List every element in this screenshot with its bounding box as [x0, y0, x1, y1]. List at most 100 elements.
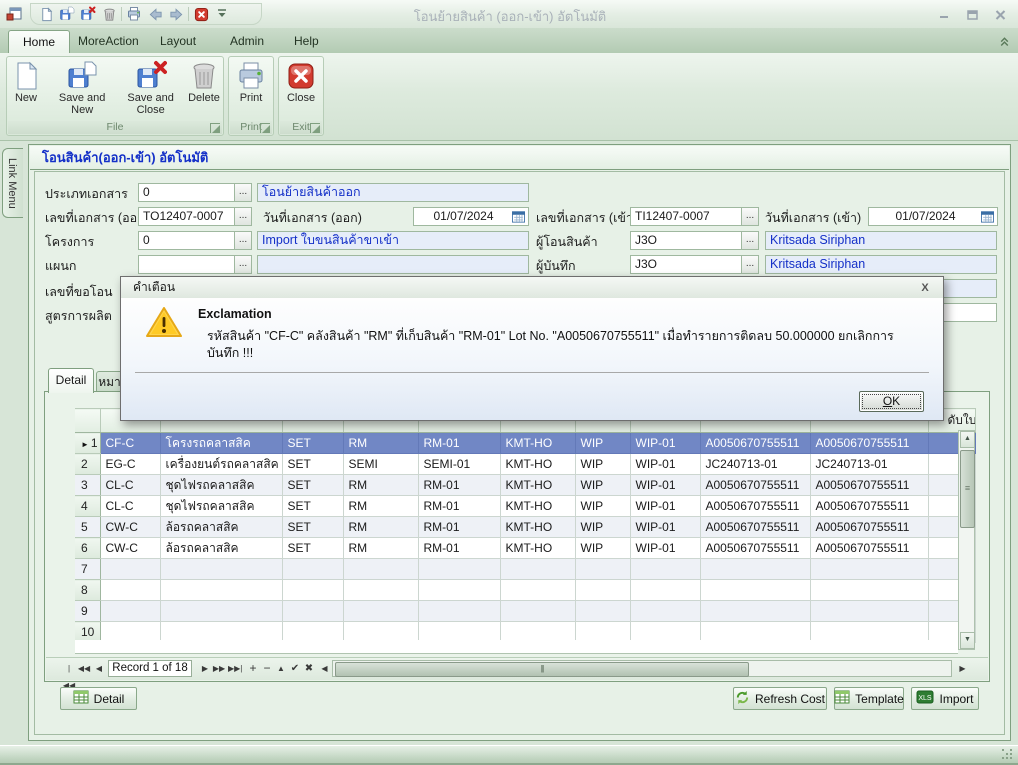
tab-detail[interactable]: Detail — [48, 368, 94, 393]
next-page-icon[interactable]: ▶▶ — [212, 660, 226, 677]
grid-cell[interactable] — [575, 559, 630, 580]
prev-page-icon[interactable]: ◀◀ — [77, 660, 91, 677]
grid-cell[interactable]: WIP — [575, 454, 630, 475]
grid-cell[interactable]: RM-01 — [418, 517, 500, 538]
grid-cell[interactable]: CF-C — [100, 433, 160, 454]
grid-cell[interactable]: ล้อรถคลาสสิค — [160, 538, 282, 559]
ellipsis-button[interactable]: ... — [234, 184, 251, 201]
customize-icon[interactable] — [213, 5, 231, 23]
tab-layout[interactable]: Layout — [148, 30, 208, 53]
print-button[interactable]: Print — [232, 59, 270, 105]
edit-record-icon[interactable]: ▲ — [274, 660, 288, 677]
grid-cell[interactable]: A0050670755511 — [700, 433, 810, 454]
grid-cell[interactable]: SET — [282, 517, 343, 538]
print-icon[interactable] — [125, 5, 143, 23]
grid-cell[interactable]: WIP — [575, 517, 630, 538]
grid-cell[interactable] — [100, 559, 160, 580]
save-close-icon[interactable] — [79, 5, 97, 23]
grid-cell[interactable]: WIP-01 — [630, 475, 700, 496]
grid-cell[interactable] — [282, 601, 343, 622]
grid-cell[interactable]: KMT-HO — [500, 496, 575, 517]
delete-button[interactable]: Delete — [185, 59, 223, 117]
ellipsis-button[interactable]: ... — [234, 208, 251, 225]
grid-cell[interactable]: A0050670755511 — [700, 517, 810, 538]
ellipsis-button[interactable]: ... — [741, 208, 758, 225]
row-indicator[interactable]: 9 — [75, 601, 100, 622]
grid-row[interactable]: 8 — [75, 580, 975, 601]
detail-button[interactable]: Detail — [60, 687, 137, 710]
row-indicator[interactable]: 6 — [75, 538, 100, 559]
grid-cell[interactable]: RM-01 — [418, 496, 500, 517]
row-indicator[interactable]: 3 — [75, 475, 100, 496]
doc-no-in-input[interactable]: TI12407-0007... — [630, 207, 759, 226]
link-menu-tab[interactable]: Link Menu — [2, 148, 23, 218]
grid-cell[interactable]: KMT-HO — [500, 517, 575, 538]
grid-cell[interactable] — [418, 601, 500, 622]
grid-cell[interactable]: JC240713-01 — [810, 454, 928, 475]
project-input[interactable]: 0... — [138, 231, 252, 250]
template-button[interactable]: Template — [834, 687, 904, 710]
grid-row[interactable]: 9 — [75, 601, 975, 622]
grid-cell[interactable] — [700, 580, 810, 601]
grid-cell[interactable] — [630, 580, 700, 601]
grid-cell[interactable]: ล้อรถคลาสสิค — [160, 517, 282, 538]
grid-cell[interactable] — [160, 601, 282, 622]
department-input[interactable]: ... — [138, 255, 252, 274]
row-indicator[interactable]: 5 — [75, 517, 100, 538]
new-document-icon[interactable] — [37, 5, 55, 23]
grid-row[interactable]: 5CW-Cล้อรถคลาสสิคSETRMRM-01KMT-HOWIPWIP-… — [75, 517, 975, 538]
grid-cell[interactable]: RM — [343, 517, 418, 538]
ok-button[interactable]: OK — [859, 391, 924, 412]
grid-cell[interactable]: SET — [282, 433, 343, 454]
grid-cell[interactable]: CL-C — [100, 475, 160, 496]
grid-cell[interactable] — [700, 601, 810, 622]
grid-cell[interactable] — [343, 580, 418, 601]
ellipsis-button[interactable]: ... — [741, 256, 758, 273]
grid-cell[interactable] — [500, 601, 575, 622]
vertical-scroll-thumb[interactable]: ≡ — [960, 450, 975, 528]
dialog-title-bar[interactable]: คำเตือน — [121, 277, 943, 299]
grid-cell[interactable]: A0050670755511 — [810, 475, 928, 496]
grid-cell[interactable] — [343, 559, 418, 580]
grid-cell[interactable]: WIP — [575, 496, 630, 517]
vertical-scrollbar[interactable]: ▲ ≡ ▼ — [958, 430, 975, 650]
close-window-button[interactable] — [988, 8, 1012, 21]
grid-cell[interactable] — [500, 559, 575, 580]
grid-cell[interactable] — [160, 559, 282, 580]
grid-cell[interactable]: WIP — [575, 433, 630, 454]
grid-row[interactable]: 6CW-Cล้อรถคลาสสิคSETRMRM-01KMT-HOWIPWIP-… — [75, 538, 975, 559]
scroll-left-icon[interactable]: ◀ — [318, 660, 331, 677]
grid-cell[interactable]: A0050670755511 — [700, 496, 810, 517]
new-button[interactable]: New — [7, 59, 45, 117]
refresh-cost-button[interactable]: Refresh Cost — [733, 687, 827, 710]
horizontal-scroll-thumb[interactable]: ||| — [335, 662, 749, 677]
scroll-right-icon[interactable]: ▶ — [956, 660, 969, 677]
close-icon[interactable] — [192, 5, 210, 23]
dialog-launcher-icon[interactable] — [310, 123, 320, 133]
calendar-icon[interactable] — [979, 209, 996, 224]
resize-grip[interactable] — [1002, 749, 1014, 761]
grid-cell[interactable] — [810, 559, 928, 580]
grid-cell[interactable]: A0050670755511 — [810, 433, 928, 454]
scroll-up-icon[interactable]: ▲ — [960, 431, 975, 448]
tab-help[interactable]: Help — [282, 30, 331, 53]
grid-cell[interactable] — [810, 601, 928, 622]
dialog-close-icon[interactable]: X — [917, 280, 933, 296]
grid-cell[interactable]: WIP-01 — [630, 433, 700, 454]
grid-cell[interactable]: WIP — [575, 475, 630, 496]
grid-cell[interactable]: SEMI — [343, 454, 418, 475]
grid-cell[interactable]: A0050670755511 — [810, 538, 928, 559]
prev-record-icon[interactable]: ◀ — [92, 660, 106, 677]
grid-cell[interactable]: KMT-HO — [500, 475, 575, 496]
doc-type-input[interactable]: 0... — [138, 183, 252, 202]
tab-notes[interactable]: หมา — [96, 371, 123, 392]
grid-cell[interactable]: A0050670755511 — [810, 496, 928, 517]
tab-admin[interactable]: Admin — [218, 30, 276, 53]
grid-cell[interactable]: RM-01 — [418, 433, 500, 454]
first-record-icon[interactable]: |◀◀ — [62, 660, 76, 677]
row-indicator[interactable]: 7 — [75, 559, 100, 580]
forward-icon[interactable] — [167, 5, 185, 23]
tab-moreaction[interactable]: MoreAction — [66, 30, 151, 53]
grid-cell[interactable]: WIP-01 — [630, 454, 700, 475]
grid-cell[interactable] — [575, 601, 630, 622]
